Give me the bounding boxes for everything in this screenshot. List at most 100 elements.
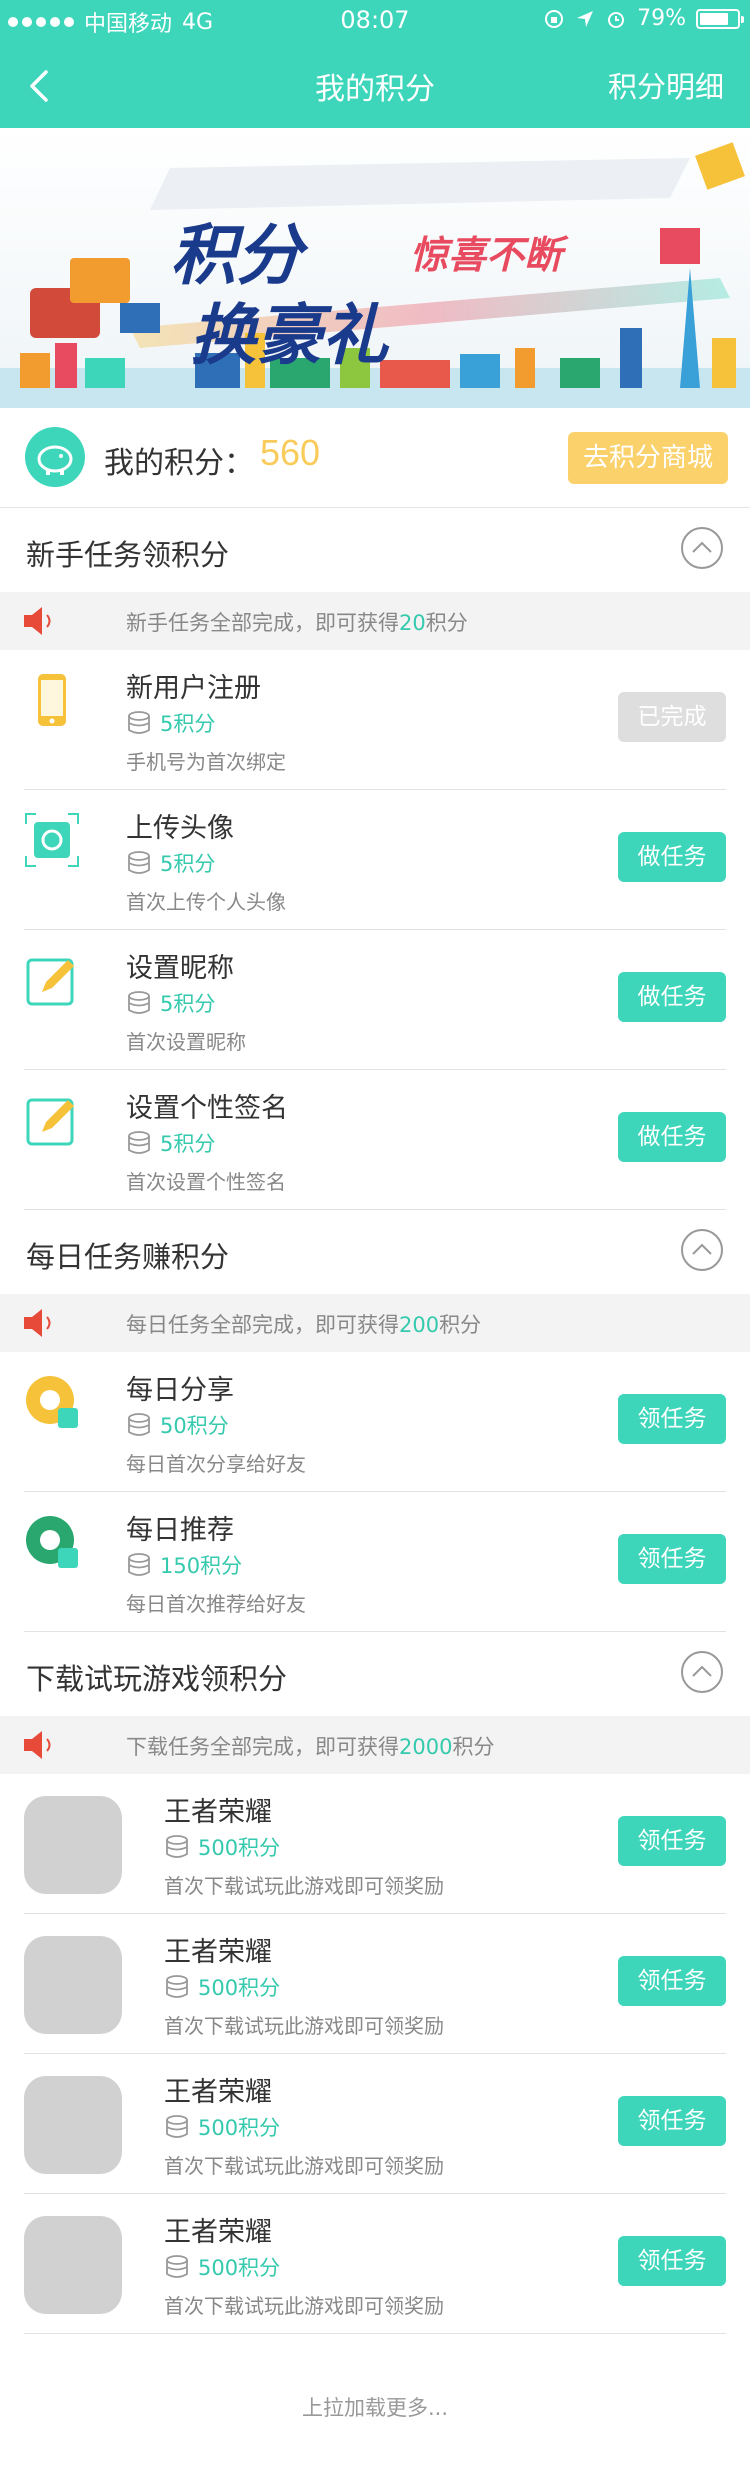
share-icon bbox=[26, 1376, 78, 1428]
collapse-chevron-up-icon[interactable] bbox=[680, 1650, 724, 1694]
section-newbie-tasks: 新手任务领积分 新手任务全部完成，即可获得20积分 新用户注册 5积分 手机号为… bbox=[0, 508, 750, 1210]
game-task-row: 王者荣耀 500积分 首次下载试玩此游戏即可领奖励 领任务 bbox=[24, 2194, 726, 2334]
battery-percent: 79% bbox=[637, 6, 686, 31]
task-points: 500积分 bbox=[164, 1832, 280, 1862]
task-name: 每日推荐 bbox=[126, 1515, 234, 1546]
pencil-edit-icon bbox=[26, 958, 74, 1006]
task-points: 5积分 bbox=[126, 1128, 215, 1158]
banner-illustration: 积分 换豪礼 惊喜不断 bbox=[0, 128, 750, 408]
piggy-bank-icon bbox=[25, 427, 85, 487]
task-points: 150积分 bbox=[126, 1550, 242, 1580]
section-title: 下载试玩游戏领积分 bbox=[26, 1662, 288, 1696]
do-task-button[interactable]: 做任务 bbox=[618, 1112, 726, 1162]
nav-bar: 我的积分 积分明细 bbox=[0, 40, 750, 128]
speaker-icon bbox=[24, 1731, 51, 1759]
task-name: 设置个性签名 bbox=[126, 1093, 288, 1124]
claim-task-button[interactable]: 领任务 bbox=[618, 1394, 726, 1444]
collapse-chevron-up-icon[interactable] bbox=[680, 526, 724, 570]
task-row: 设置个性签名 5积分 首次设置个性签名 做任务 bbox=[24, 1070, 726, 1210]
task-desc: 首次下载试玩此游戏即可领奖励 bbox=[164, 2014, 444, 2038]
coin-stack-icon bbox=[166, 1975, 188, 1998]
coin-stack-icon bbox=[166, 1835, 188, 1858]
coin-stack-icon bbox=[128, 1413, 150, 1436]
points-detail-link[interactable]: 积分明细 bbox=[608, 64, 724, 106]
task-desc: 首次下载试玩此游戏即可领奖励 bbox=[164, 1874, 444, 1898]
status-right: 79% bbox=[543, 6, 744, 31]
game-task-row: 王者荣耀 500积分 首次下载试玩此游戏即可领奖励 领任务 bbox=[24, 1774, 726, 1914]
task-name: 每日分享 bbox=[126, 1375, 234, 1406]
section-notice: 每日任务全部完成，即可获得200积分 bbox=[0, 1294, 750, 1352]
do-task-button[interactable]: 做任务 bbox=[618, 972, 726, 1022]
task-row: 设置昵称 5积分 首次设置昵称 做任务 bbox=[24, 930, 726, 1070]
status-bar: 中国移动 4G 08:07 79% bbox=[0, 0, 750, 40]
task-points: 5积分 bbox=[126, 848, 215, 878]
section-header: 新手任务领积分 bbox=[0, 508, 750, 592]
task-row: 上传头像 5积分 首次上传个人头像 做任务 bbox=[24, 790, 726, 930]
task-desc: 每日首次分享给好友 bbox=[126, 1452, 306, 1476]
banner-tagline: 惊喜不断 bbox=[410, 233, 569, 277]
alarm-icon bbox=[608, 11, 625, 28]
notice-text: 新手任务全部完成，即可获得20积分 bbox=[126, 611, 468, 635]
task-points: 500积分 bbox=[164, 2252, 280, 2282]
game-name: 王者荣耀 bbox=[164, 1937, 272, 1968]
coin-stack-icon bbox=[128, 991, 150, 1014]
claim-task-button[interactable]: 领任务 bbox=[618, 2236, 726, 2286]
section-notice: 新手任务全部完成，即可获得20积分 bbox=[0, 592, 750, 650]
game-thumbnail[interactable] bbox=[24, 1936, 122, 2034]
task-desc: 首次下载试玩此游戏即可领奖励 bbox=[164, 2294, 444, 2318]
app-header: 中国移动 4G 08:07 79% 我的积分 积分明细 bbox=[0, 0, 750, 128]
game-task-row: 王者荣耀 500积分 首次下载试玩此游戏即可领奖励 领任务 bbox=[24, 1914, 726, 2054]
points-value: 560 bbox=[260, 432, 321, 473]
game-name: 王者荣耀 bbox=[164, 2077, 272, 2108]
task-row: 每日推荐 150积分 每日首次推荐给好友 领任务 bbox=[24, 1492, 726, 1632]
task-row: 新用户注册 5积分 手机号为首次绑定 已完成 bbox=[24, 650, 726, 790]
notice-text: 下载任务全部完成，即可获得2000积分 bbox=[126, 1735, 495, 1759]
section-title: 每日任务赚积分 bbox=[26, 1240, 230, 1274]
task-desc: 每日首次推荐给好友 bbox=[126, 1592, 306, 1616]
recommend-icon bbox=[26, 1516, 78, 1568]
task-desc: 首次设置个性签名 bbox=[126, 1170, 286, 1194]
coin-stack-icon bbox=[128, 1553, 150, 1576]
game-thumbnail[interactable] bbox=[24, 1796, 122, 1894]
coin-stack-icon bbox=[166, 2255, 188, 2278]
coin-stack-icon bbox=[128, 1131, 150, 1154]
claim-task-button[interactable]: 领任务 bbox=[618, 2096, 726, 2146]
do-task-button[interactable]: 做任务 bbox=[618, 832, 726, 882]
section-daily-tasks: 每日任务赚积分 每日任务全部完成，即可获得200积分 每日分享 50积分 每日首… bbox=[0, 1210, 750, 1632]
task-desc: 首次设置昵称 bbox=[126, 1030, 246, 1054]
section-notice: 下载任务全部完成，即可获得2000积分 bbox=[0, 1716, 750, 1774]
task-desc: 首次下载试玩此游戏即可领奖励 bbox=[164, 2154, 444, 2178]
claim-task-button[interactable]: 领任务 bbox=[618, 1956, 726, 2006]
game-thumbnail[interactable] bbox=[24, 2216, 122, 2314]
section-header: 每日任务赚积分 bbox=[0, 1210, 750, 1294]
load-more-hint: 上拉加载更多... bbox=[301, 2396, 449, 2420]
camera-upload-icon bbox=[25, 813, 79, 867]
my-points-bar: 我的积分： 560 去积分商城 bbox=[0, 408, 750, 508]
promo-banner[interactable]: 积分 换豪礼 惊喜不断 bbox=[0, 128, 750, 408]
points-mall-button[interactable]: 去积分商城 bbox=[568, 432, 728, 484]
task-name: 新用户注册 bbox=[126, 673, 261, 704]
task-row: 每日分享 50积分 每日首次分享给好友 领任务 bbox=[24, 1352, 726, 1492]
task-points: 5积分 bbox=[126, 988, 215, 1018]
banner-title-line2: 换豪礼 bbox=[190, 297, 390, 374]
speaker-icon bbox=[24, 607, 51, 635]
claim-task-button[interactable]: 领任务 bbox=[618, 1816, 726, 1866]
battery-icon bbox=[696, 8, 744, 29]
task-points: 5积分 bbox=[126, 708, 215, 738]
task-completed-button: 已完成 bbox=[618, 692, 726, 742]
phone-icon bbox=[38, 674, 66, 726]
game-thumbnail[interactable] bbox=[24, 2076, 122, 2174]
task-desc: 手机号为首次绑定 bbox=[126, 750, 286, 774]
claim-task-button[interactable]: 领任务 bbox=[618, 1534, 726, 1584]
task-desc: 首次上传个人头像 bbox=[126, 890, 286, 914]
collapse-chevron-up-icon[interactable] bbox=[680, 1228, 724, 1272]
notice-text: 每日任务全部完成，即可获得200积分 bbox=[126, 1313, 482, 1337]
game-name: 王者荣耀 bbox=[164, 1797, 272, 1828]
section-title: 新手任务领积分 bbox=[26, 538, 230, 572]
pencil-edit-icon bbox=[26, 1098, 74, 1146]
task-points: 500积分 bbox=[164, 2112, 280, 2142]
task-name: 上传头像 bbox=[126, 813, 234, 844]
task-points: 500积分 bbox=[164, 1972, 280, 2002]
coin-stack-icon bbox=[166, 2115, 188, 2138]
section-header: 下载试玩游戏领积分 bbox=[0, 1632, 750, 1716]
